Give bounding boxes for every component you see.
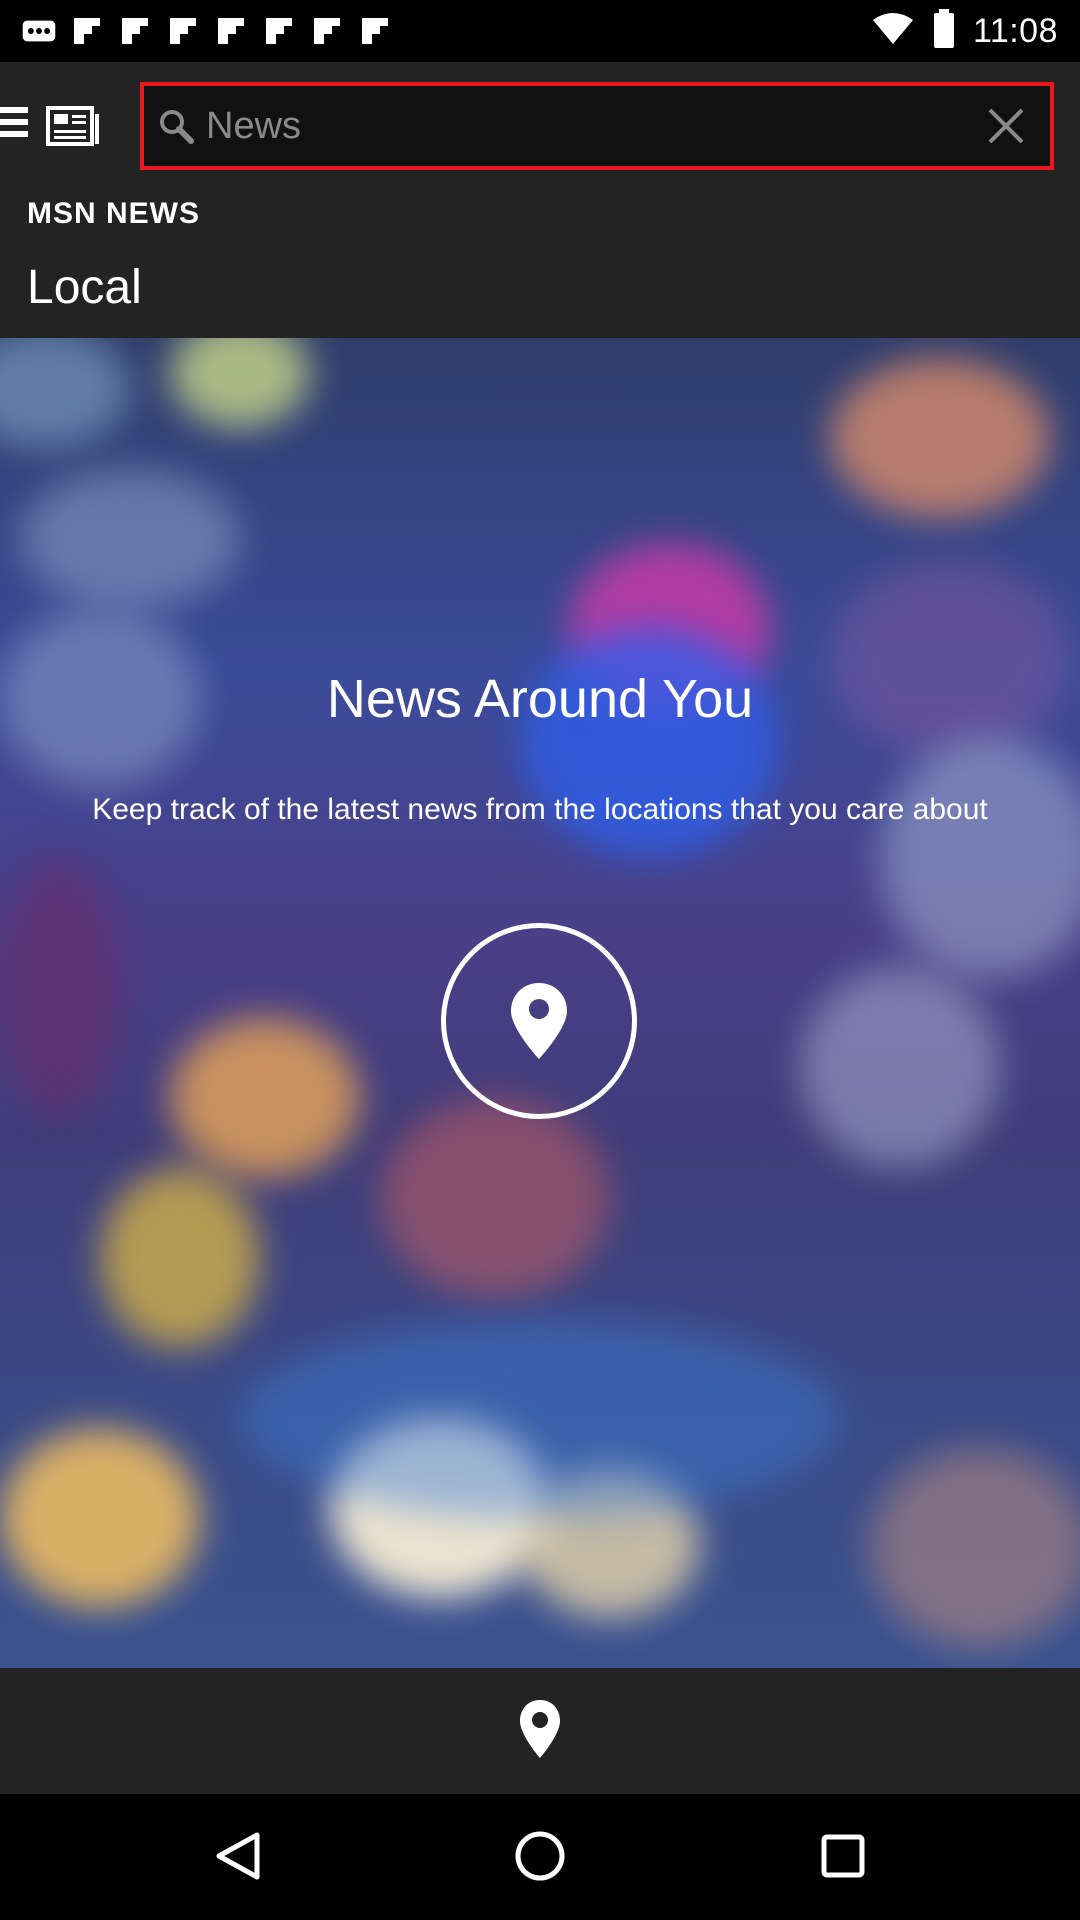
page-title: Local	[27, 261, 142, 314]
search-input[interactable]	[206, 98, 966, 154]
flipboard-icon	[214, 14, 248, 48]
hero-title: News Around You	[326, 669, 754, 729]
wifi-icon	[871, 12, 915, 51]
status-bar: 11:08	[0, 0, 1080, 62]
bottom-app-bar	[0, 1668, 1080, 1794]
flipboard-icon	[70, 14, 104, 48]
flipboard-icon	[358, 14, 392, 48]
flipboard-icon	[310, 14, 344, 48]
hero-subtitle: Keep track of the latest news from the l…	[92, 793, 988, 826]
recents-icon[interactable]	[813, 1826, 873, 1886]
search-box[interactable]	[140, 82, 1054, 170]
back-icon[interactable]	[208, 1826, 268, 1886]
system-status-area: 11:08	[871, 8, 1058, 54]
navigation-bar	[0, 1794, 1080, 1920]
notification-area	[22, 10, 392, 52]
location-pin-icon[interactable]	[518, 1698, 562, 1765]
menu-icon[interactable]	[0, 107, 28, 143]
app-header: MSN NEWS Local	[0, 62, 1080, 338]
flipboard-icon	[166, 14, 200, 48]
section-label: MSN NEWS	[27, 197, 200, 230]
battery-icon	[933, 8, 955, 54]
close-icon[interactable]	[984, 104, 1028, 148]
search-icon	[158, 108, 194, 144]
more-icon	[22, 14, 56, 48]
clock: 11:08	[972, 11, 1058, 50]
flipboard-icon	[118, 14, 152, 48]
newspaper-icon[interactable]	[46, 106, 102, 146]
hero-banner: News Around You Keep track of the latest…	[0, 338, 1080, 1668]
flipboard-icon	[262, 14, 296, 48]
add-location-button[interactable]	[441, 923, 637, 1119]
home-icon[interactable]	[510, 1826, 570, 1886]
location-pin-icon	[511, 983, 567, 1059]
